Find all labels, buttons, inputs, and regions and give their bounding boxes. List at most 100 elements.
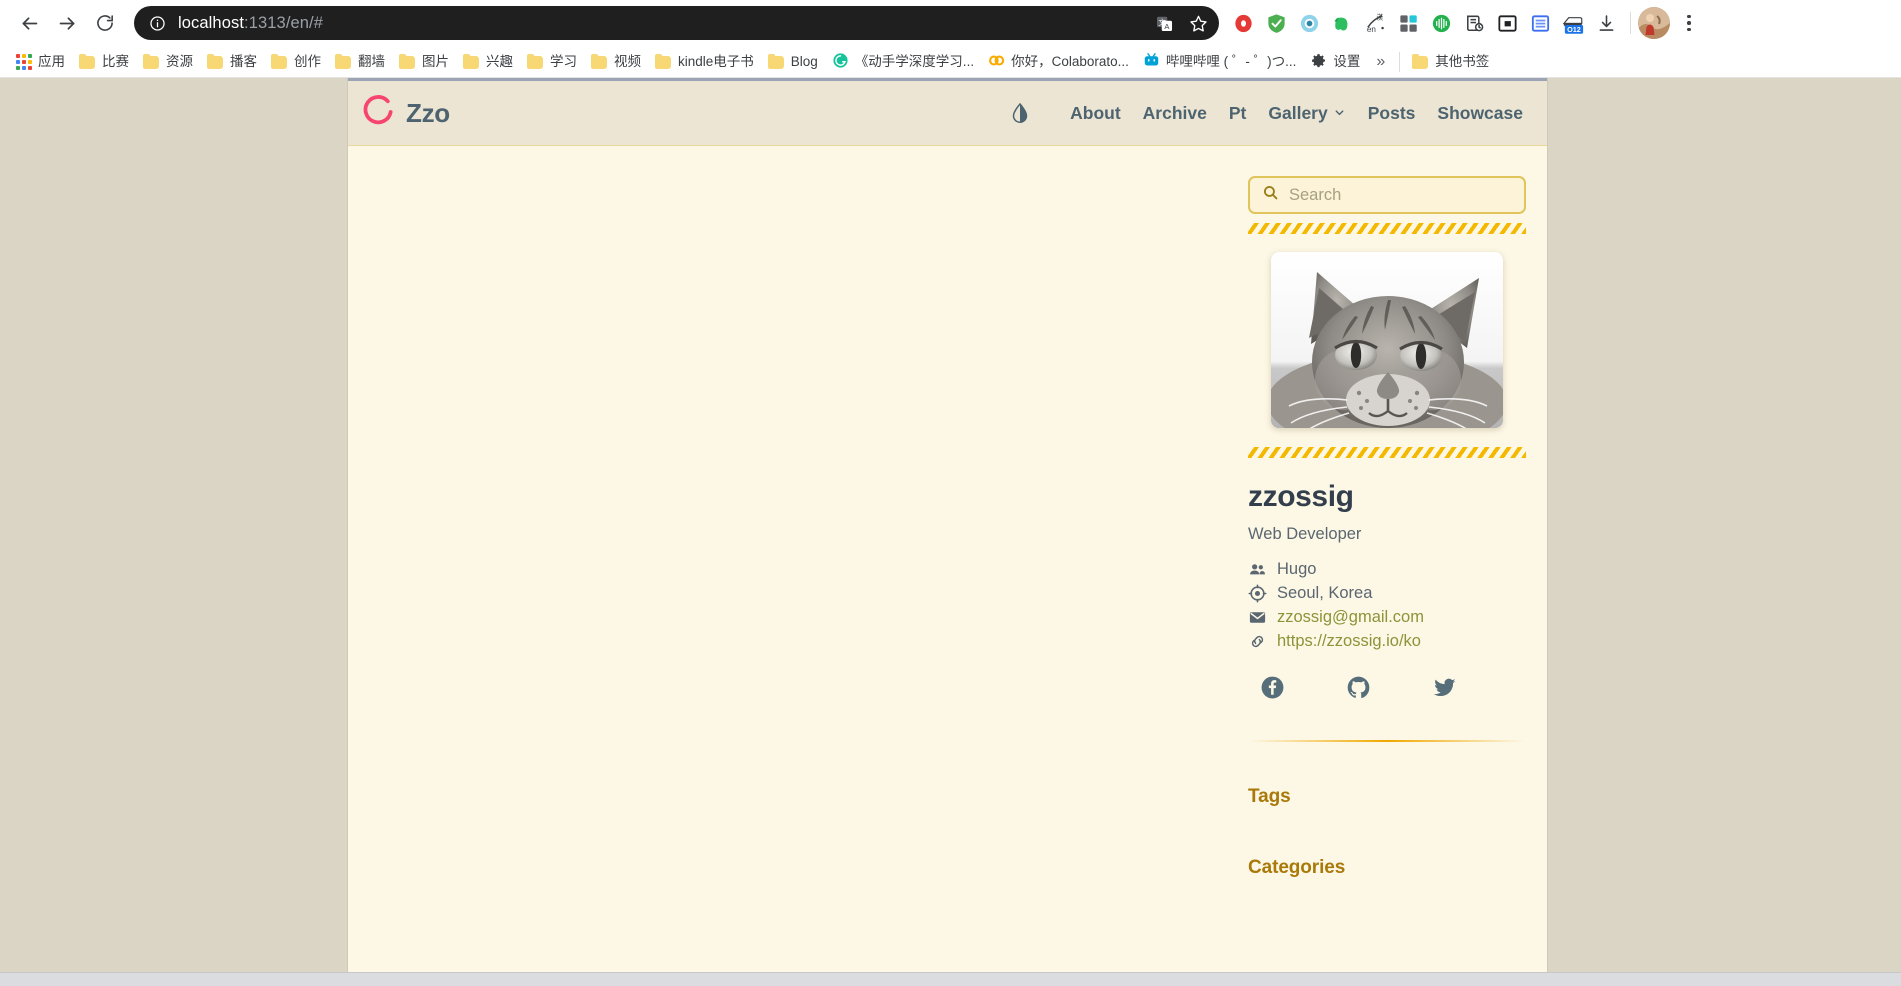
folder-icon [463, 54, 480, 69]
bookmark-item-7[interactable]: 兴趣 [457, 51, 521, 72]
bookmark-label: 视频 [614, 53, 641, 69]
info-text: Seoul, Korea [1277, 583, 1373, 602]
audio-wave-extension-icon[interactable] [1425, 7, 1458, 40]
email-link[interactable]: zzossig@gmail.com [1277, 608, 1424, 627]
profile-photo [1271, 252, 1503, 428]
bookmark-item-10[interactable]: kindle电子书 [649, 51, 762, 72]
nav-link-posts[interactable]: Posts [1368, 103, 1416, 124]
bookmark-item-13[interactable]: 你好，Colaborato... [982, 49, 1137, 75]
bookmark-star-icon[interactable] [1183, 8, 1213, 38]
twitter-icon[interactable] [1432, 675, 1518, 700]
social-links [1248, 675, 1526, 700]
profile-avatar[interactable] [1638, 7, 1670, 39]
back-button[interactable] [10, 4, 48, 42]
evernote-extension-icon[interactable] [1326, 7, 1359, 40]
sidebar-extension-icon[interactable] [1524, 7, 1557, 40]
folder-icon [143, 54, 160, 69]
bookmark-item-4[interactable]: 创作 [265, 51, 329, 72]
translate-icon[interactable]: 文 A [1149, 8, 1179, 38]
bookmark-label: 应用 [38, 53, 65, 69]
translator-en-extension-icon[interactable]: en 漢 [1359, 7, 1392, 40]
bookmark-label: 你好，Colaborato... [1011, 53, 1129, 69]
bookmark-label: Blog [790, 53, 818, 69]
nav-link-about[interactable]: About [1070, 103, 1121, 124]
bookmark-item-8[interactable]: 学习 [521, 51, 585, 72]
site-brand-link[interactable]: Zzo [361, 93, 450, 133]
toolbar-divider [1630, 12, 1631, 34]
nav-link-gallery[interactable]: Gallery [1268, 103, 1345, 124]
downloads-icon[interactable] [1590, 7, 1623, 40]
bookmarks-divider [1399, 51, 1401, 72]
location-icon [1248, 583, 1267, 603]
bookmark-item-9[interactable]: 视频 [585, 51, 649, 72]
nav-link-pt[interactable]: Pt [1229, 103, 1247, 124]
theme-toggle-droplet-icon[interactable] [1010, 102, 1030, 124]
info-row-generator: Hugo [1248, 557, 1526, 581]
folder-icon [655, 54, 672, 69]
facebook-icon[interactable] [1260, 675, 1346, 700]
forward-button[interactable] [48, 4, 86, 42]
bookmark-label: 翻墙 [358, 53, 385, 69]
012-badge-extension-icon[interactable]: O12 [1557, 7, 1590, 40]
stripe-divider-top [1248, 223, 1526, 234]
nav-label: About [1070, 102, 1121, 123]
bookmark-item-15[interactable]: 设置 [1304, 49, 1368, 75]
bookmark-item-11[interactable]: Blog [762, 51, 826, 72]
apps-grid-icon [16, 53, 32, 70]
folder-icon [207, 54, 224, 69]
bookmark-item-2[interactable]: 资源 [137, 51, 201, 72]
bookmark-item-3[interactable]: 播客 [201, 51, 265, 72]
bookmarks-overflow-button[interactable]: » [1368, 53, 1393, 71]
section-divider [1248, 740, 1526, 742]
nav-label: Posts [1367, 102, 1416, 123]
people-icon [1248, 560, 1267, 579]
bookmark-item-1[interactable]: 比赛 [73, 51, 137, 72]
main-navigation: About Archive Pt Gallery Posts Showcase [1010, 102, 1523, 124]
search-input[interactable] [1289, 185, 1512, 205]
bookmark-item-apps[interactable]: 应用 [10, 51, 73, 73]
bookmark-label: 设置 [1333, 53, 1361, 69]
site-brand-name: Zzo [406, 97, 450, 128]
reading-list-extension-icon[interactable] [1458, 7, 1491, 40]
browser-chrome: localhost:1313/en/# 文 A [0, 0, 1901, 78]
address-bar[interactable]: localhost:1313/en/# 文 A [134, 6, 1219, 40]
info-row-email[interactable]: zzossig@gmail.com [1248, 605, 1526, 629]
bookmark-item-5[interactable]: 翻墙 [329, 51, 393, 72]
squares-extension-icon[interactable] [1392, 7, 1425, 40]
nav-label: Archive [1142, 102, 1207, 123]
website-link[interactable]: https://zzossig.io/ko [1277, 632, 1421, 651]
chrome-menu-button[interactable] [1674, 6, 1704, 40]
folder-icon [1412, 54, 1429, 69]
bookmark-label: 其他书签 [1435, 53, 1490, 69]
eye-extension-icon[interactable] [1293, 7, 1326, 40]
info-row-location: Seoul, Korea [1248, 581, 1526, 605]
info-text: Hugo [1277, 559, 1317, 578]
nav-link-showcase[interactable]: Showcase [1437, 103, 1523, 124]
search-box[interactable] [1248, 176, 1526, 214]
bookmark-item-6[interactable]: 图片 [393, 51, 457, 72]
picture-in-picture-icon[interactable] [1491, 7, 1524, 40]
bookmark-item-12[interactable]: 《动手学深度学习... [826, 49, 982, 75]
github-icon[interactable] [1346, 675, 1432, 700]
bookmark-label: 《动手学深度学习... [854, 53, 975, 69]
sidebar-heading-tags: Tags [1248, 786, 1291, 807]
envelope-icon [1248, 608, 1267, 627]
profile-name: zzossig [1248, 480, 1354, 513]
shield-check-extension-icon[interactable] [1260, 7, 1293, 40]
grammarly-icon [832, 52, 849, 72]
nav-link-archive[interactable]: Archive [1143, 103, 1207, 124]
bookmark-label: 比赛 [102, 53, 129, 69]
address-bar-text: localhost:1313/en/# [178, 14, 1149, 33]
zzo-circle-brush-logo [361, 93, 396, 133]
recorder-extension-icon[interactable] [1227, 7, 1260, 40]
site-header: Zzo About Archive Pt Gallery Posts Showc… [348, 78, 1547, 146]
main-content [348, 146, 1227, 986]
extensions-strip: en 漢 O12 [1227, 6, 1891, 40]
reload-button[interactable] [86, 4, 124, 42]
bookmark-item-other[interactable]: 其他书签 [1406, 51, 1497, 72]
info-row-website[interactable]: https://zzossig.io/ko [1248, 629, 1526, 653]
info-circle-icon[interactable] [146, 12, 168, 34]
bookmark-label: 创作 [294, 53, 321, 69]
bookmark-item-14[interactable]: 哔哩哔哩 ( ゜- ゜)つ... [1137, 49, 1305, 75]
svg-text:en: en [1367, 25, 1376, 34]
